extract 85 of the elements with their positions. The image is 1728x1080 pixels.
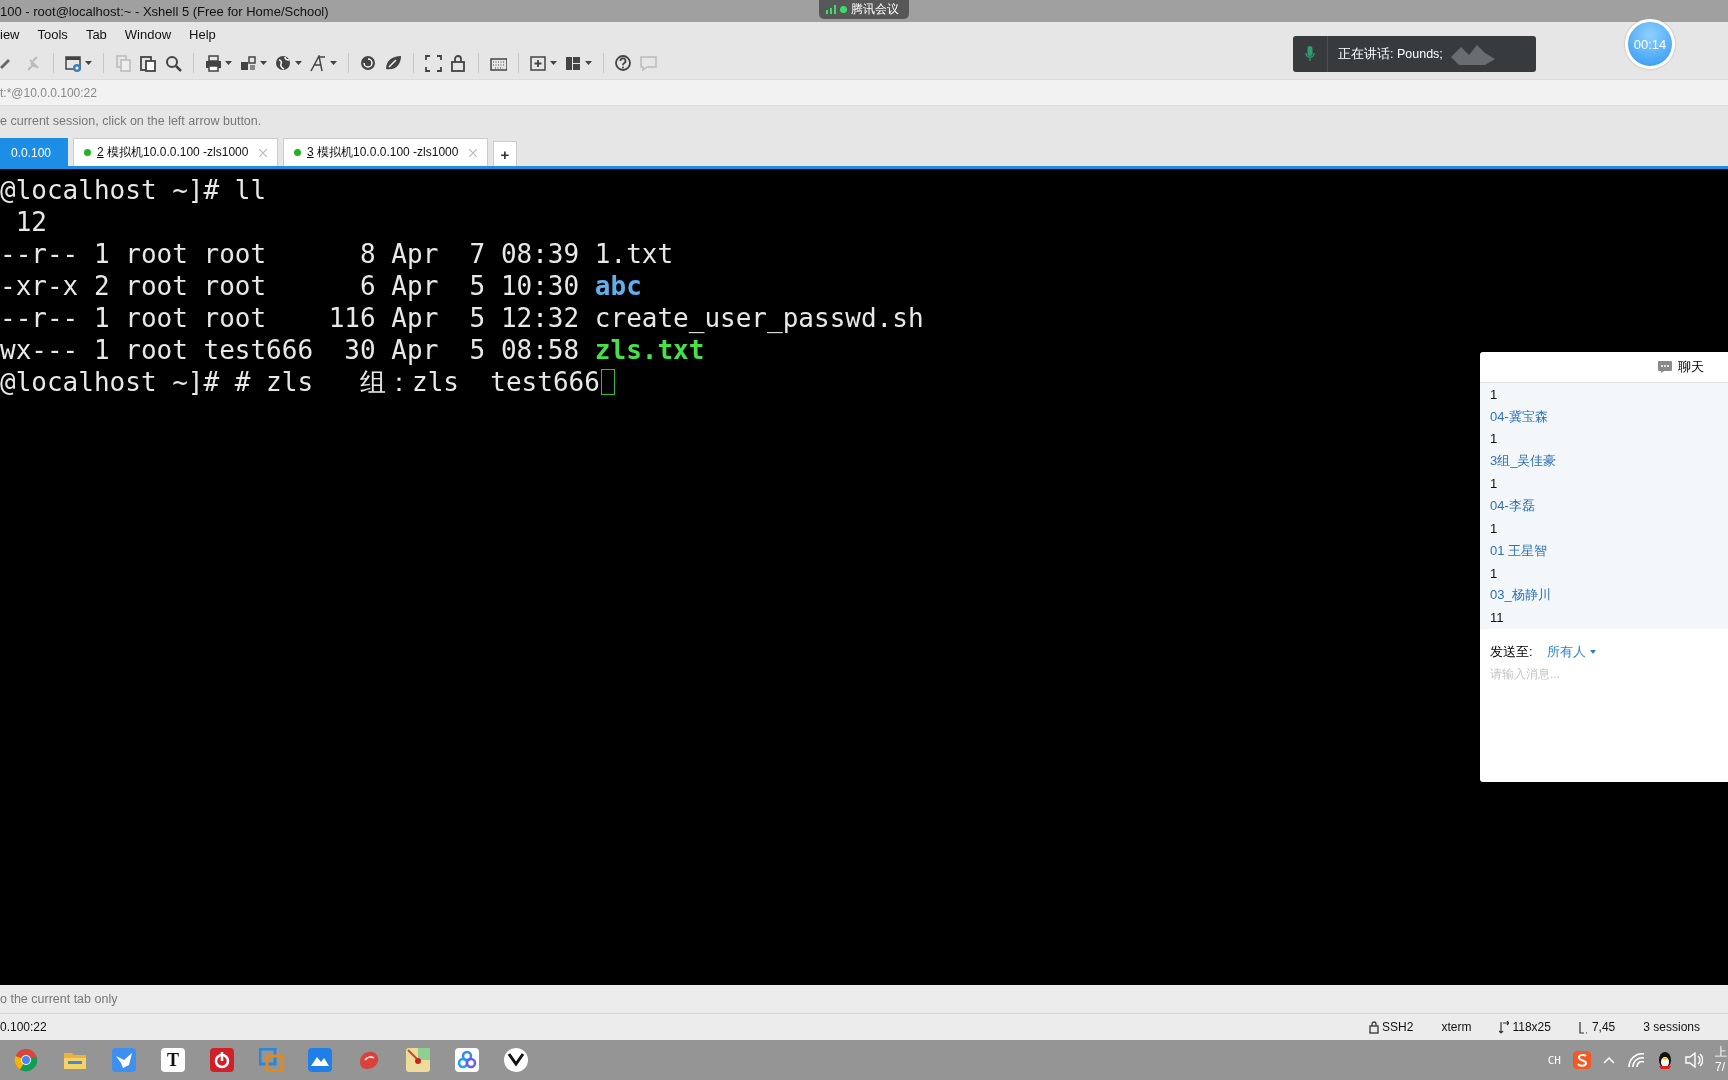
caret-icon[interactable]: [85, 61, 92, 65]
help-icon[interactable]: [615, 54, 632, 72]
settings-window-icon[interactable]: [65, 54, 82, 72]
paste-icon[interactable]: [140, 54, 157, 72]
caret-icon[interactable]: [295, 61, 302, 65]
send-to-label: 发送至:: [1490, 643, 1533, 661]
wifi-icon[interactable]: [1627, 1052, 1645, 1068]
font-icon[interactable]: [310, 54, 327, 72]
menu-item[interactable]: iew: [0, 27, 30, 42]
chevron-up-icon[interactable]: [1603, 1056, 1615, 1064]
sender-name: 04-李磊: [1490, 496, 1536, 515]
cloud-app-icon[interactable]: [455, 1048, 479, 1072]
text-app-icon[interactable]: T: [161, 1048, 185, 1072]
browser-icon[interactable]: [14, 1048, 38, 1072]
terminal-line: @localhost ~]# # zls 组：zls test666: [0, 366, 600, 398]
menu-item[interactable]: Tools: [37, 27, 78, 42]
search-icon[interactable]: [165, 54, 182, 72]
chat-message: 1: [1490, 475, 1499, 494]
ime-icon[interactable]: [1573, 1051, 1591, 1069]
status-size: 118x25: [1512, 1020, 1551, 1034]
file-name: abc: [594, 270, 642, 302]
window-title: 100 - root@localhost:~ - Xshell 5 (Free for Home/School): [0, 3, 329, 19]
session-tab[interactable]: 3 模拟机10.0.0.100 -zls1000: [283, 138, 488, 166]
file-name: create_user_passwd.sh: [594, 302, 924, 334]
globe-icon[interactable]: [275, 54, 292, 72]
chat-message: 1: [1490, 519, 1499, 538]
file-name: 1.txt: [594, 238, 674, 270]
printer-icon[interactable]: [205, 54, 222, 72]
terminal-line: -xr-x 2 root root 6 Apr 5 10:30: [0, 270, 581, 302]
terminal-line: --r-- 1 root root 116 Apr 5 12:32: [0, 302, 581, 334]
microphone-icon: [1305, 46, 1315, 62]
status-host: 0.100:22: [0, 1020, 47, 1034]
lock-icon: [1369, 1020, 1380, 1034]
avatar-icon: [1450, 43, 1495, 65]
status-protocol: SSH2: [1382, 1020, 1414, 1034]
recipient-dropdown[interactable]: 所有人: [1546, 643, 1596, 661]
chat-message: 1: [1490, 385, 1499, 404]
caret-icon[interactable]: [585, 61, 592, 65]
status-dot-icon: [840, 6, 847, 13]
status-terminal-type: xterm: [1441, 1020, 1472, 1034]
hint-text: o the current tab only: [0, 992, 118, 1006]
signal-icon: [826, 5, 836, 14]
session-tab[interactable]: 2 模拟机10.0.0.100 -zls1000: [73, 138, 278, 166]
menu-item[interactable]: Tab: [85, 27, 117, 42]
volume-icon[interactable]: [1685, 1052, 1703, 1068]
meeting-badge[interactable]: 腾讯会议: [819, 0, 909, 19]
sender-name: 01 王星智: [1490, 541, 1549, 560]
terminal-line: wx--- 1 root test666 30 Apr 5 08:58: [0, 334, 581, 366]
new-tab-button[interactable]: +: [493, 141, 517, 166]
sender-name: 04-冀宝森: [1490, 407, 1549, 426]
fullscreen-icon[interactable]: [425, 54, 442, 72]
terminal-line: --r-- 1 root root 8 Apr 7 08:39: [0, 238, 581, 270]
terminal-line: @localhost ~]# ll: [0, 174, 267, 206]
info-message: e current session, click on the left arrow button.: [0, 114, 262, 128]
caret-icon[interactable]: [330, 61, 337, 65]
speaker-text: 正在讲话: Pounds;: [1338, 45, 1443, 63]
status-sessions: 3 sessions: [1643, 1020, 1700, 1034]
file-name: zls.txt: [594, 334, 705, 366]
new-tab-icon[interactable]: [530, 54, 547, 72]
caret-icon[interactable]: [550, 61, 557, 65]
caret-icon[interactable]: [225, 61, 232, 65]
sender-name: 03_杨静川: [1490, 586, 1552, 605]
mountain-icon[interactable]: [308, 1048, 332, 1072]
sender-name: 3组_吴佳豪: [1490, 452, 1558, 471]
penguin-icon[interactable]: [1657, 1051, 1673, 1069]
leaf-icon[interactable]: [385, 54, 402, 72]
chat-message: 1: [1490, 564, 1499, 583]
transfer-icon[interactable]: [240, 54, 257, 72]
swirl-icon[interactable]: [360, 54, 377, 72]
lock-icon[interactable]: [450, 54, 467, 72]
caret-icon[interactable]: [260, 61, 267, 65]
menu-item[interactable]: Help: [189, 27, 226, 42]
chat-icon: [1658, 361, 1672, 373]
bird-icon[interactable]: [112, 1048, 136, 1072]
terminal-line: 12: [14, 206, 47, 238]
chat-title: 聊天: [1678, 358, 1704, 376]
meeting-app-name: 腾讯会议: [851, 1, 899, 18]
caret-icon: [1589, 650, 1596, 654]
chat-message: 1: [1490, 430, 1499, 449]
v-logo-icon[interactable]: [504, 1048, 528, 1072]
status-cursor: 7,45: [1591, 1020, 1616, 1034]
layout-icon[interactable]: [565, 54, 582, 72]
chat-message: 11: [1490, 609, 1505, 628]
resize-icon: [1499, 1020, 1510, 1034]
menu-item[interactable]: Window: [124, 27, 182, 42]
